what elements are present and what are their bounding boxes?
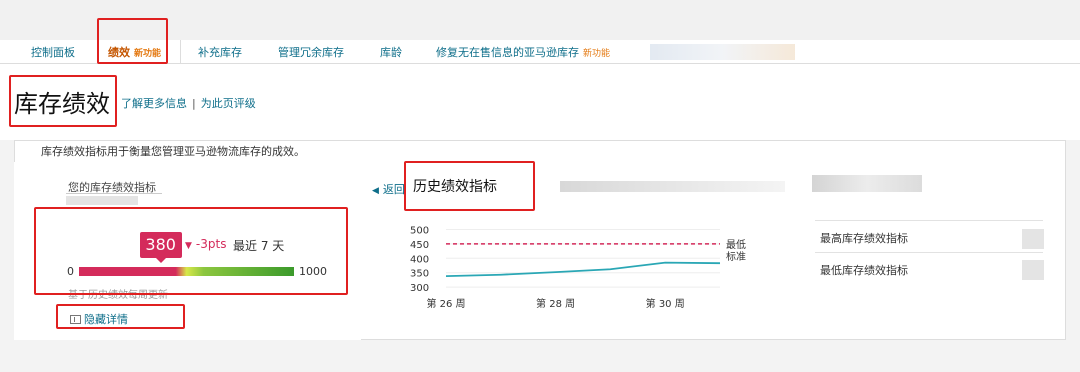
y-tick-label: 450: [410, 240, 429, 251]
tab-excess-inventory[interactable]: 管理冗余库存: [278, 44, 344, 60]
hide-details-label: 隐藏详情: [84, 313, 128, 326]
redacted-tab: [650, 44, 795, 60]
redacted-text: [66, 196, 138, 205]
score-card: [14, 162, 361, 340]
learn-more-link[interactable]: 了解更多信息: [121, 97, 187, 110]
redacted-value: [1022, 260, 1044, 280]
tab-divider: [97, 40, 98, 64]
back-caret-icon: ◀: [372, 186, 379, 196]
new-badge: 新功能: [583, 49, 611, 59]
delta-value: -3pts: [195, 237, 227, 251]
title-links: 了解更多信息 | 为此页评级: [121, 95, 256, 111]
max-metric-label: 最高库存绩效指标: [820, 232, 908, 245]
update-note: 基于历史绩效每周更新: [68, 290, 168, 301]
max-metric-row: 最高库存绩效指标: [815, 220, 1043, 252]
panel-description: 库存绩效指标用于衡量您管理亚马逊物流库存的成效。: [41, 145, 305, 158]
page-footer: [0, 340, 1080, 372]
min-metric-label: 最低库存绩效指标: [820, 264, 908, 277]
divider: [66, 193, 162, 194]
tab-dashboard[interactable]: 控制面板: [31, 44, 75, 60]
new-badge: 新功能: [134, 49, 162, 59]
x-tick-label: 第 26 周: [426, 297, 465, 310]
hide-details-link[interactable]: 隐藏详情: [70, 311, 128, 327]
back-link[interactable]: ◀ 返回: [372, 181, 405, 197]
series-line: [445, 261, 721, 278]
threshold-label: 最低: [726, 238, 746, 251]
score-delta: ▼ -3pts: [185, 237, 226, 251]
y-tick-label: 500: [410, 225, 429, 236]
score-badge: 380: [139, 232, 182, 263]
link-separator: |: [192, 97, 196, 110]
down-triangle-icon: ▼: [185, 241, 192, 251]
min-metric-row: 最低库存绩效指标: [815, 252, 1043, 284]
tab-label: 管理冗余库存: [278, 46, 344, 59]
page-title: 库存绩效: [14, 90, 110, 118]
tab-restock[interactable]: 补充库存: [198, 44, 242, 60]
tab-label: 库龄: [380, 46, 402, 59]
redacted-value: [1022, 229, 1044, 249]
y-tick-label: 400: [410, 254, 429, 265]
tab-performance[interactable]: 绩效 新功能: [108, 44, 161, 60]
tab-label: 控制面板: [31, 46, 75, 59]
top-bar: [0, 0, 1080, 40]
scale-min: 0: [67, 265, 74, 278]
tab-label: 补充库存: [198, 46, 242, 59]
x-tick-label: 第 30 周: [646, 297, 685, 310]
collapse-icon: [70, 315, 81, 324]
history-title: 历史绩效指标: [413, 179, 497, 195]
threshold-label: 标准: [726, 251, 746, 263]
redacted-text: [812, 175, 922, 192]
scale-max: 1000: [299, 265, 327, 278]
y-tick-label: 350: [410, 269, 429, 280]
tab-label: 修复无在售信息的亚马逊库存: [436, 46, 579, 59]
tab-bar: 控制面板 绩效 新功能 补充库存 管理冗余库存 库龄 修复无在售信息的亚马逊库存新…: [0, 40, 1080, 64]
y-tick-label: 300: [410, 283, 429, 294]
score-gradient-bar: [79, 267, 294, 276]
panel-pointer: [361, 233, 370, 251]
back-label: 返回: [382, 183, 405, 196]
x-tick-label: 第 28 周: [536, 297, 575, 310]
tab-inventory-age[interactable]: 库龄: [380, 44, 402, 60]
redacted-text: [560, 181, 785, 192]
score-period: 最近 7 天: [233, 239, 285, 253]
tab-label: 绩效: [108, 46, 130, 59]
history-chart: 300 350 400 450 500 最低标准第 26 周 第 28 周 第 30 周: [410, 225, 746, 310]
tab-divider: [180, 40, 181, 64]
tab-fix-stranded[interactable]: 修复无在售信息的亚马逊库存 新功能: [436, 44, 610, 60]
rate-page-link[interactable]: 为此页评级: [201, 97, 256, 110]
